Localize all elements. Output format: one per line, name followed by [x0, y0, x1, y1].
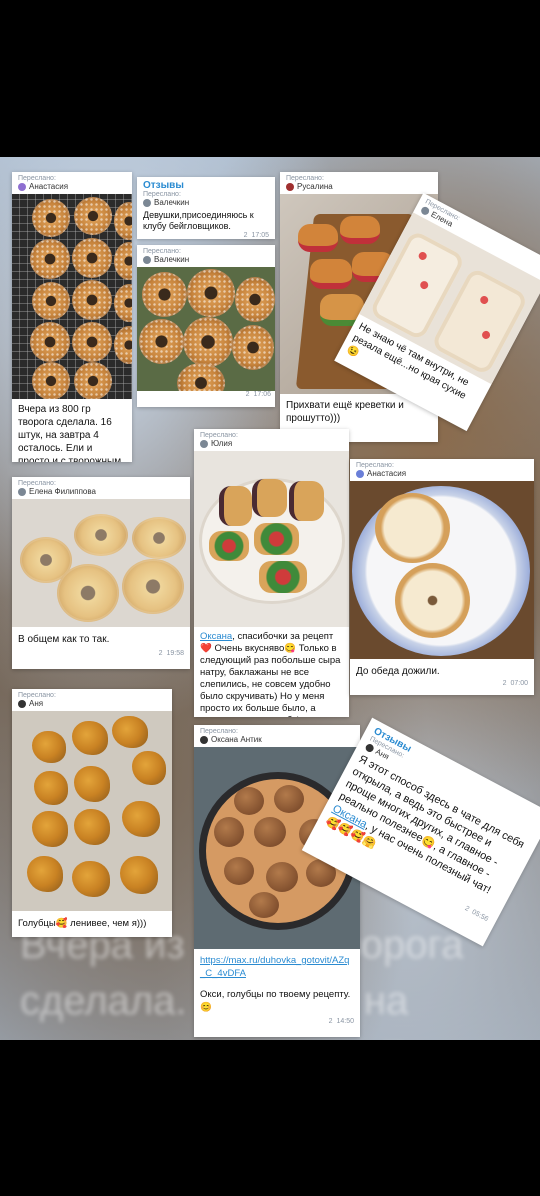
message-text: Прихвати ещё креветки и прошутто))) — [286, 400, 404, 424]
sender-name: Валечкин — [154, 255, 190, 264]
message-card-oksana-antik: Переслано: Оксана Антик https://max.ru/d… — [194, 725, 360, 1037]
sender: Аня — [18, 699, 166, 708]
message-text: Вчера из 800 гр творога сделала. 16 штук… — [18, 404, 122, 462]
forwarded-label: Переслано: — [18, 692, 56, 699]
forwarded-label: Переслано: — [143, 191, 181, 198]
channel-name[interactable]: Отзывы — [143, 180, 269, 191]
sender-name: Елена Филиппова — [29, 487, 96, 496]
photo-plain-bagels[interactable] — [12, 499, 190, 627]
photo-bagels-rack[interactable] — [12, 194, 132, 399]
avatar — [356, 469, 364, 478]
avatar — [286, 182, 294, 191]
avatar — [200, 439, 208, 448]
message-meta: 2 07:00 — [356, 680, 528, 687]
message-meta: 2 17:05 — [143, 232, 269, 239]
message-card-elena-filippova: Переслано: Елена Филиппова В общем как т… — [12, 477, 190, 669]
message-card-valechkin-text: Отзывы Переслано: Валечкин Девушки,присо… — [137, 177, 275, 239]
message-text: Девушки,присоединяюсь к клубу бейгловщик… — [143, 210, 254, 231]
forwarded-label: Переслано: — [286, 175, 324, 182]
message-time: 14:50 — [336, 1018, 354, 1025]
views-count: 2 — [463, 905, 471, 914]
message-card-anastasia-bagels: Переслано: Анастасия Вчера из 800 гр тво… — [12, 172, 132, 462]
views-count: 2 — [245, 391, 250, 398]
sender-name: Анастасия — [367, 469, 407, 478]
forwarded-label: Переслано: — [143, 248, 181, 255]
message-meta: 2 14:50 — [200, 1018, 354, 1025]
sender: Оксана Антик — [200, 735, 354, 744]
message-meta: 2 17:06 — [137, 391, 275, 398]
sender: Юлия — [200, 439, 343, 448]
message-text: До обеда дожили. — [356, 666, 440, 677]
collage-image: Вчера из 800 гр творога сделала. 16 штук… — [0, 157, 540, 1040]
views-count: 2 — [243, 232, 248, 239]
sender: Анастасия — [18, 182, 126, 191]
message-card-anastasia-sliced: Переслано: Анастасия До обеда дожили. 20… — [350, 459, 534, 695]
message-card-valechkin-photo: Переслано: Валечкин 2 17:06 — [137, 245, 275, 407]
avatar — [143, 198, 151, 207]
sender-name: Анастасия — [29, 182, 69, 191]
sender-name: Юлия — [211, 439, 233, 448]
forwarded-label: Переслано: — [18, 480, 56, 487]
forwarded-label: Переслано: — [356, 462, 394, 469]
message-text: Окси, голубцы по твоему рецепту. 😊 — [200, 989, 351, 1013]
photo-sesame-bagels[interactable] — [137, 267, 275, 391]
sender-name: Аня — [29, 699, 44, 708]
avatar — [143, 255, 151, 264]
views-count: 2 — [158, 650, 163, 657]
photo-sliced-bagel[interactable] — [350, 481, 534, 659]
recipe-link[interactable]: https://max.ru/duhovka_gotovit/AZq_C_4vD… — [200, 954, 354, 980]
message-time: 19:58 — [166, 650, 184, 657]
avatar — [200, 735, 208, 744]
avatar — [18, 182, 26, 191]
message-time: 17:06 — [253, 391, 271, 398]
sender-name: Русалина — [297, 182, 333, 191]
forwarded-label: Переслано: — [200, 728, 238, 735]
message-time: 17:05 — [251, 232, 269, 239]
mention-link[interactable]: Оксана — [200, 631, 232, 642]
views-count: 2 — [502, 680, 507, 687]
photo-eggplant-rolls[interactable] — [194, 451, 349, 627]
sender: Валечкин — [143, 255, 269, 264]
sender-name: Оксана Антик — [211, 735, 262, 744]
message-time: 07:00 — [510, 680, 528, 687]
message-meta: 2 19:58 — [18, 650, 184, 657]
message-text: В общем как то так. — [18, 634, 110, 645]
message-card-yulia: Переслано: Юлия Оксана, спасибочки за ре… — [194, 429, 349, 717]
forwarded-label: Переслано: — [18, 175, 56, 182]
avatar — [18, 487, 26, 496]
sender: Валечкин — [143, 198, 269, 207]
message-body: , спасибочки за рецепт ❤️ Очень вкусняво… — [200, 631, 341, 717]
photo-lazy-golubtsy[interactable] — [12, 711, 172, 911]
sender: Русалина — [286, 182, 432, 191]
message-text: Оксана, спасибочки за рецепт ❤️ Очень вк… — [200, 631, 343, 717]
message-text: Голубцы🥰 ленивее, чем я))) — [18, 918, 147, 929]
sender: Елена Филиппова — [18, 487, 184, 496]
sender-name: Валечкин — [154, 198, 190, 207]
avatar — [18, 699, 26, 708]
forwarded-label: Переслано: — [200, 432, 238, 439]
views-count: 2 — [328, 1018, 333, 1025]
sender: Анастасия — [356, 469, 528, 478]
message-card-anya-golubtsy: Переслано: Аня Голубцы🥰 ленивее, чем я))… — [12, 689, 172, 937]
